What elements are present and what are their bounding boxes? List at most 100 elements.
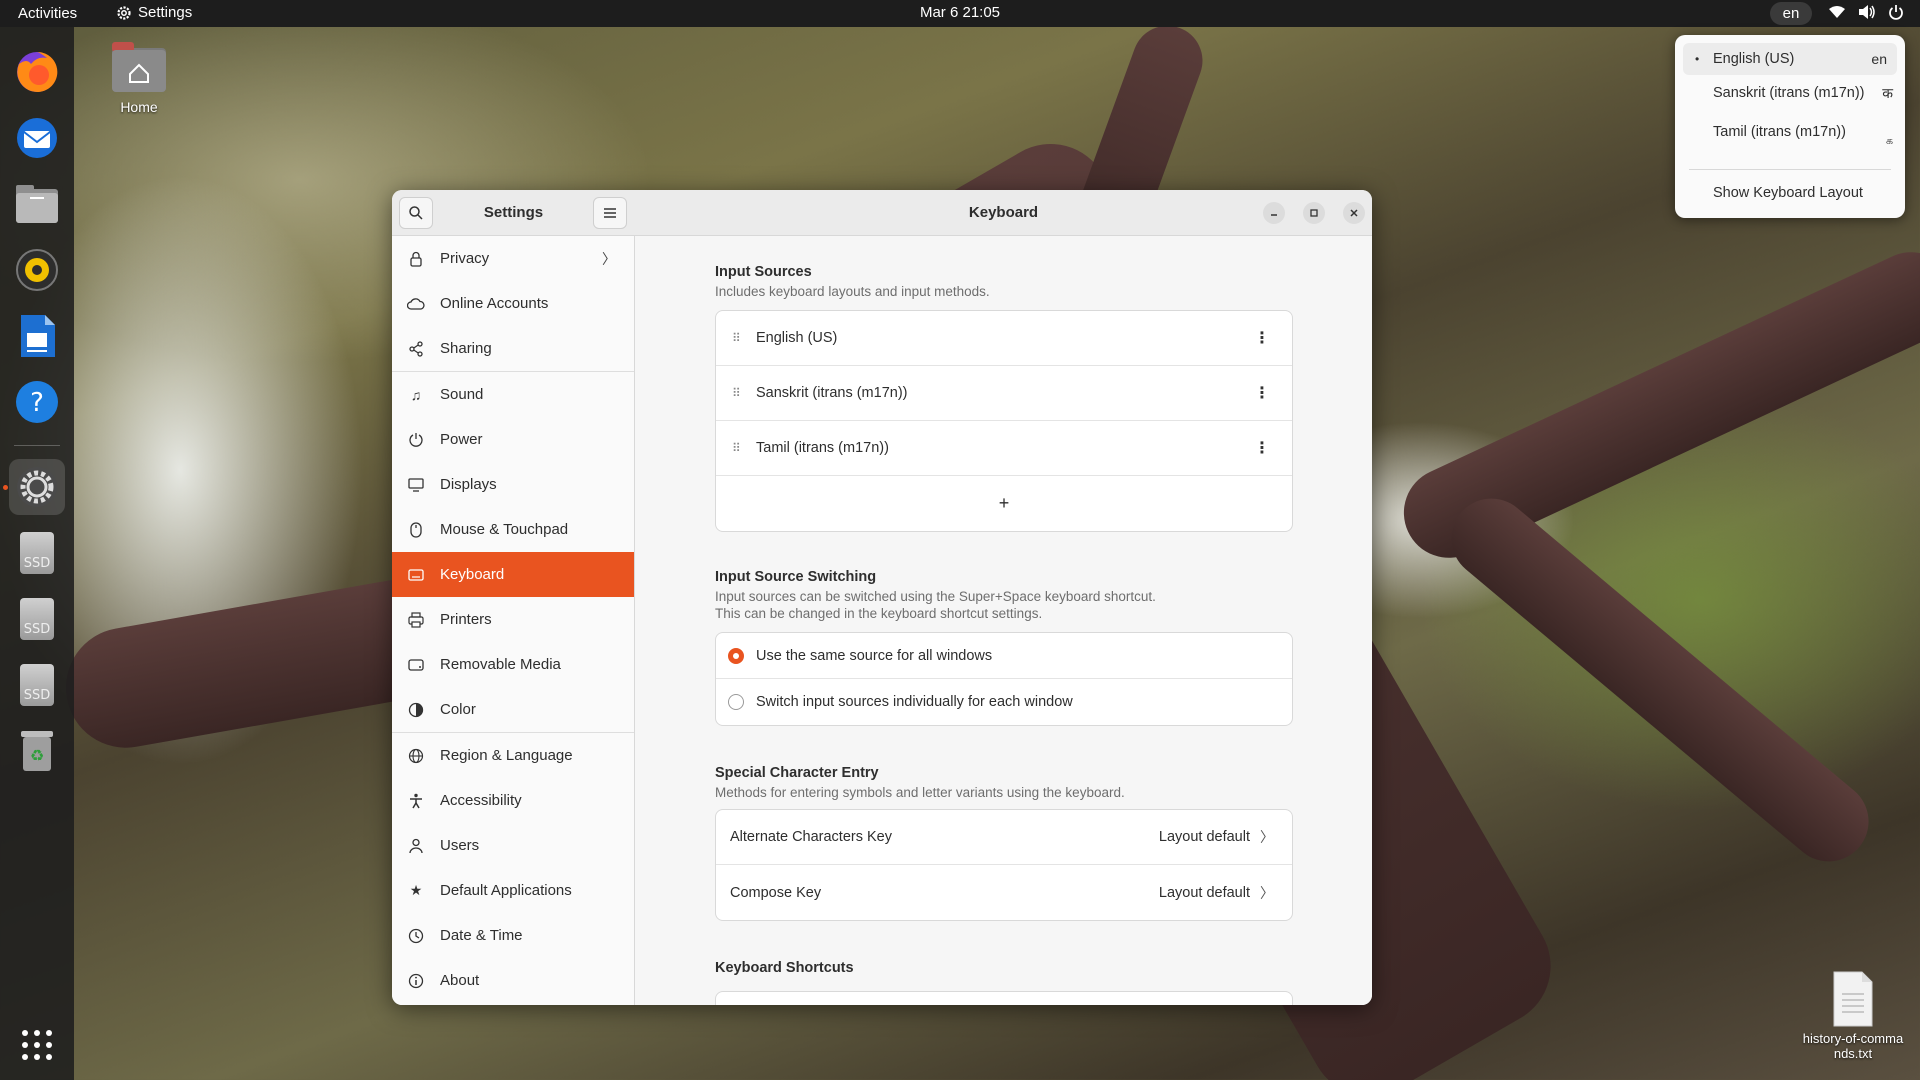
sidebar-item-default-applications[interactable]: ★ Default Applications: [392, 868, 634, 913]
main-menu-button[interactable]: [593, 197, 627, 229]
sidebar-item-sharing[interactable]: Sharing: [392, 326, 634, 371]
dock: ? SSD SSD SSD ♻: [0, 27, 74, 1080]
thunderbird-launcher[interactable]: [9, 110, 65, 166]
sidebar-item-removable-media[interactable]: Removable Media: [392, 642, 634, 687]
special-char-title: Special Character Entry: [715, 765, 879, 781]
globe-icon: [406, 748, 426, 764]
radio-unselected[interactable]: [728, 694, 744, 710]
sidebar-item-sound[interactable]: ♫ Sound: [392, 372, 634, 417]
alternate-characters-key-row[interactable]: Alternate Characters Key Layout default …: [716, 810, 1292, 865]
radio-selected[interactable]: [728, 647, 744, 664]
printer-icon: [406, 611, 426, 628]
menu-item-tamil[interactable]: Tamil (itrans (m17n)) க: [1683, 116, 1897, 148]
menu-item-sanskrit[interactable]: Sanskrit (itrans (m17n)) क: [1683, 77, 1897, 109]
show-keyboard-layout-item[interactable]: Show Keyboard Layout: [1683, 177, 1897, 209]
menu-item-tag: க: [1885, 134, 1893, 147]
same-source-option[interactable]: Use the same source for all windows: [716, 633, 1292, 679]
content-header: Keyboard: [635, 190, 1372, 236]
info-icon: [406, 973, 426, 989]
document-icon: [21, 315, 55, 357]
drive-icon: SSD: [20, 598, 54, 640]
menu-item-english[interactable]: • English (US) en: [1683, 43, 1897, 75]
clock-label[interactable]: Mar 6 21:05: [920, 4, 1000, 21]
volume-icon: [1859, 5, 1875, 19]
more-options-icon[interactable]: ⋮: [1254, 328, 1270, 348]
desktop-home-folder[interactable]: Home: [104, 40, 174, 115]
trash-launcher[interactable]: ♻: [9, 723, 65, 779]
input-sources-desc: Includes keyboard layouts and input meth…: [715, 284, 990, 299]
keyboard-shortcuts-card[interactable]: [715, 991, 1293, 1005]
sidebar-item-label: Sharing: [440, 340, 492, 357]
music-note-icon: ♫: [410, 386, 422, 403]
drag-handle-icon[interactable]: ⠿: [732, 442, 742, 454]
app-menu[interactable]: Settings: [116, 4, 192, 21]
media-icon: [406, 658, 426, 672]
help-launcher[interactable]: ?: [9, 374, 65, 430]
menu-divider: [1689, 169, 1891, 170]
drag-handle-icon[interactable]: ⠿: [732, 332, 742, 344]
sidebar-item-color[interactable]: Color: [392, 687, 634, 732]
input-source-row[interactable]: ⠿ English (US) ⋮: [716, 311, 1292, 366]
star-icon: ★: [409, 882, 423, 898]
sidebar-item-displays[interactable]: Displays: [392, 462, 634, 507]
app-name: Settings: [138, 4, 193, 21]
sidebar-item-mouse-touchpad[interactable]: Mouse & Touchpad: [392, 507, 634, 552]
sidebar-item-label: Keyboard: [440, 566, 505, 583]
sidebar-item-printers[interactable]: Printers: [392, 597, 634, 642]
special-char-list: Alternate Characters Key Layout default …: [715, 809, 1293, 921]
settings-gear-icon: [17, 467, 57, 507]
sidebar-item-date-time[interactable]: Date & Time: [392, 913, 634, 958]
minimize-button[interactable]: [1263, 202, 1285, 224]
option-label: Switch input sources individually for ea…: [756, 694, 1073, 710]
add-icon: +: [998, 493, 1010, 513]
settings-window: Settings Keyboard Privacy 〉 Online Accou…: [392, 190, 1372, 1005]
sidebar-item-region-language[interactable]: Region & Language: [392, 733, 634, 778]
ssd-drive-3[interactable]: SSD: [9, 657, 65, 713]
show-apps-button[interactable]: [9, 1017, 65, 1073]
system-menu[interactable]: [1828, 4, 1904, 20]
input-source-indicator[interactable]: en: [1770, 2, 1812, 25]
dock-separator: [14, 445, 60, 446]
more-options-icon[interactable]: ⋮: [1254, 438, 1270, 458]
lock-icon: [406, 251, 426, 267]
drive-icon: SSD: [20, 532, 54, 574]
rhythmbox-launcher[interactable]: [9, 242, 65, 298]
input-source-row[interactable]: ⠿ Tamil (itrans (m17n)) ⋮: [716, 421, 1292, 476]
settings-launcher[interactable]: [9, 459, 65, 515]
drag-handle-icon[interactable]: ⠿: [732, 387, 742, 399]
desktop-file[interactable]: history-of-commands.txt: [1800, 970, 1906, 1061]
menu-item-label: English (US): [1713, 51, 1795, 67]
maximize-button[interactable]: [1303, 202, 1325, 224]
compose-key-row[interactable]: Compose Key Layout default 〉: [716, 865, 1292, 920]
sidebar-item-power[interactable]: Power: [392, 417, 634, 462]
folder-icon: [16, 185, 58, 223]
input-source-row[interactable]: ⠿ Sanskrit (itrans (m17n)) ⋮: [716, 366, 1292, 421]
top-bar: Activities Settings Mar 6 21:05 en: [0, 0, 1920, 27]
close-button[interactable]: [1343, 202, 1365, 224]
per-window-option[interactable]: Switch input sources individually for ea…: [716, 679, 1292, 725]
sidebar-item-users[interactable]: Users: [392, 823, 634, 868]
more-options-icon[interactable]: ⋮: [1254, 383, 1270, 403]
gear-icon: [117, 5, 131, 20]
share-icon: [406, 340, 426, 357]
sidebar-item-keyboard[interactable]: Keyboard: [392, 552, 634, 597]
ssd-drive-2[interactable]: SSD: [9, 591, 65, 647]
sidebar-item-privacy[interactable]: Privacy 〉: [392, 236, 634, 281]
activities-button[interactable]: Activities: [18, 5, 77, 22]
ssd-drive-1[interactable]: SSD: [9, 525, 65, 581]
sidebar-item-label: Sound: [440, 386, 484, 403]
firefox-icon: [17, 51, 58, 92]
cloud-icon: [406, 297, 426, 310]
sidebar-item-online-accounts[interactable]: Online Accounts: [392, 281, 634, 326]
files-launcher[interactable]: [9, 176, 65, 232]
sidebar-item-about[interactable]: About: [392, 958, 634, 1003]
firefox-launcher[interactable]: [9, 44, 65, 100]
sidebar-item-accessibility[interactable]: Accessibility: [392, 778, 634, 823]
add-input-source-button[interactable]: +: [716, 476, 1292, 531]
option-label: Use the same source for all windows: [756, 647, 993, 664]
clock-icon: [406, 928, 426, 944]
input-source-name: Sanskrit (itrans (m17n)): [756, 385, 908, 401]
keyboard-icon: [406, 568, 426, 581]
chevron-right-icon: 〉: [1260, 884, 1274, 901]
writer-launcher[interactable]: [9, 308, 65, 364]
